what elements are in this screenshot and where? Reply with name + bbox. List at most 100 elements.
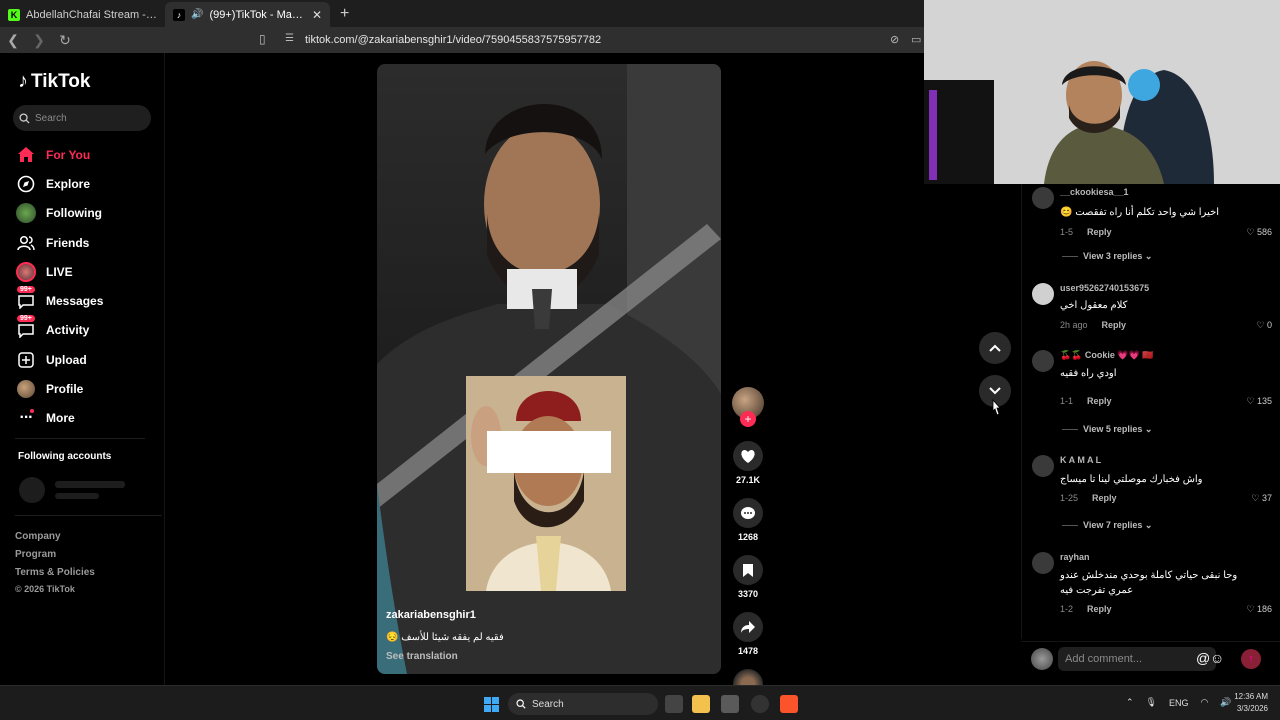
browser-tab-kick[interactable]: K AbdellahChafai Stream - Watch Live [0, 2, 165, 27]
commenter-avatar[interactable] [1032, 187, 1054, 209]
follow-plus-icon[interactable]: + [740, 411, 756, 427]
url-field[interactable]: tiktok.com/@zakariabensghir1/video/75904… [305, 34, 601, 46]
comment-like[interactable]: ♡ 135 [1246, 396, 1272, 407]
footer-link-company[interactable]: Company [15, 528, 95, 546]
brave-browser-icon[interactable] [780, 695, 798, 713]
new-tab-button[interactable]: + [330, 5, 359, 27]
wifi-icon[interactable]: ◠ [1201, 697, 1209, 708]
view-replies-label: View 3 replies [1083, 251, 1143, 261]
comment-like[interactable]: ♡ 0 [1256, 320, 1272, 331]
post-comment-button[interactable]: ↑ [1241, 649, 1261, 669]
like-button[interactable] [733, 441, 763, 471]
cast-icon[interactable]: ▭ [911, 33, 921, 46]
volume-icon[interactable]: 🔊 [1220, 697, 1231, 708]
messages-badge: 99+ [17, 286, 35, 294]
view-replies-button[interactable]: View 5 replies ⌄ [1062, 424, 1152, 435]
language-indicator[interactable]: ENG [1169, 698, 1189, 708]
previous-video-button[interactable] [979, 332, 1011, 364]
commenter-avatar[interactable] [1032, 350, 1054, 372]
comment-count: 1268 [737, 532, 759, 542]
video-player[interactable]: zakariabensghir1 فقيه لم يفقه شيئا للأسف… [377, 64, 721, 674]
logo-text: TikTok [31, 70, 91, 92]
sidebar-item-messages[interactable]: 99+ Messages [16, 286, 103, 315]
comment-input[interactable]: Add comment... [1058, 647, 1216, 671]
comment-like[interactable]: ♡ 186 [1246, 604, 1272, 615]
comment-button[interactable] [733, 498, 763, 528]
taskbar-search[interactable]: Search [508, 693, 658, 715]
reply-button[interactable]: Reply [1102, 320, 1127, 330]
comment-username[interactable]: user95262740153675 [1060, 283, 1149, 293]
comment-username[interactable]: rayhan [1060, 552, 1090, 562]
reload-icon[interactable]: ↻ [52, 32, 78, 49]
upload-icon [16, 350, 36, 370]
comment-date: 2h ago [1060, 320, 1088, 330]
video-author[interactable]: zakariabensghir1 [386, 609, 476, 621]
forward-icon[interactable]: ❯ [26, 32, 52, 49]
compass-icon [16, 174, 36, 194]
file-explorer-icon[interactable] [692, 695, 710, 713]
inset-frame [466, 376, 626, 591]
comment-username[interactable]: __ckookiesa__1 [1060, 187, 1129, 197]
reply-button[interactable]: Reply [1087, 604, 1112, 614]
footer-link-program[interactable]: Program [15, 546, 95, 564]
view-replies-button[interactable]: View 3 replies ⌄ [1062, 251, 1152, 262]
share-button[interactable] [733, 612, 763, 642]
sidebar-item-profile[interactable]: Profile [16, 374, 103, 403]
comment-like-count: 0 [1266, 320, 1272, 330]
mention-icon[interactable]: @ [1196, 650, 1210, 666]
search-icon [19, 112, 30, 124]
back-icon[interactable]: ❮ [0, 32, 26, 49]
save-button[interactable] [733, 555, 763, 585]
comment-like[interactable]: ♡ 586 [1246, 227, 1272, 238]
reply-button[interactable]: Reply [1092, 493, 1117, 503]
kick-icon: K [8, 8, 20, 21]
sidebar-item-activity[interactable]: 99+ Activity [16, 315, 103, 345]
site-info-icon[interactable]: ☰ [285, 33, 294, 44]
heart-outline-icon: ♡ [1246, 227, 1257, 237]
search-input[interactable]: Search [13, 105, 151, 131]
commenter-avatar[interactable] [1032, 283, 1054, 305]
comment-text: وحا نبقى حياتي كاملة بوحدي مندخلش عندو ع… [1060, 570, 1238, 596]
sidebar-item-label: Activity [46, 323, 90, 338]
view-replies-button[interactable]: View 7 replies ⌄ [1062, 520, 1152, 531]
microphone-icon[interactable]: 🎙 [1146, 697, 1157, 708]
commenter-avatar[interactable] [1032, 552, 1054, 574]
commenter-avatar[interactable] [1032, 455, 1054, 477]
tiktok-logo[interactable]: ♪ TikTok [18, 70, 90, 93]
chevron-up-icon[interactable]: ⌃ [1126, 697, 1134, 708]
mouse-cursor-icon [992, 399, 1001, 416]
footer-link-terms[interactable]: Terms & Policies [15, 564, 95, 582]
sidebar-item-friends[interactable]: Friends [16, 228, 103, 257]
reply-button[interactable]: Reply [1087, 396, 1112, 406]
reply-button[interactable]: Reply [1087, 227, 1112, 237]
comment-like[interactable]: ♡ 37 [1251, 493, 1272, 504]
sidebar-item-for-you[interactable]: For You [16, 140, 103, 169]
activity-icon: 99+ [16, 315, 36, 340]
task-view-icon[interactable] [665, 695, 683, 713]
app-icon[interactable] [751, 695, 769, 713]
sidebar-item-live[interactable]: LIVE [16, 257, 103, 286]
emoji-icon[interactable]: ☺ [1210, 650, 1224, 666]
windows-start-icon[interactable] [484, 697, 499, 712]
comment-username[interactable]: K A M A L [1060, 455, 1101, 465]
camera-app-icon[interactable] [721, 695, 739, 713]
author-avatar[interactable]: + [732, 387, 764, 427]
heart-outline-icon: ♡ [1251, 493, 1262, 503]
sidebar-item-upload[interactable]: Upload [16, 345, 103, 374]
shields-icon[interactable]: ⊘ [890, 33, 899, 46]
sidebar-item-explore[interactable]: Explore [16, 169, 103, 198]
sidebar-item-more[interactable]: ··· More [16, 404, 103, 433]
bookmark-icon[interactable]: ▯ [259, 32, 266, 46]
clock[interactable]: 12:36 AM 3/3/2026 [1234, 691, 1268, 715]
sidebar-item-following[interactable]: Following [16, 199, 103, 228]
tab-title: AbdellahChafai Stream - Watch Live [26, 8, 157, 21]
tiktok-note-icon: ♪ [18, 70, 28, 92]
see-translation-link[interactable]: See translation [386, 651, 458, 662]
comment-username[interactable]: 🍒🍒 Cookie 💗💗 🇲🇦 [1060, 350, 1154, 361]
account-placeholder-avatar [19, 477, 45, 503]
close-tab-icon[interactable]: ✕ [312, 8, 322, 22]
video-caption: فقيه لم يفقه شيئا للأسف 😔 [386, 632, 504, 643]
browser-tab-tiktok[interactable]: ♪ 🔊 (99+)TikTok - Make Your Day ✕ [165, 2, 330, 27]
comment-input-placeholder: Add comment... [1065, 653, 1143, 665]
comment-text: واش فخبارك موصلتي لينا تا ميساج [1060, 474, 1203, 485]
